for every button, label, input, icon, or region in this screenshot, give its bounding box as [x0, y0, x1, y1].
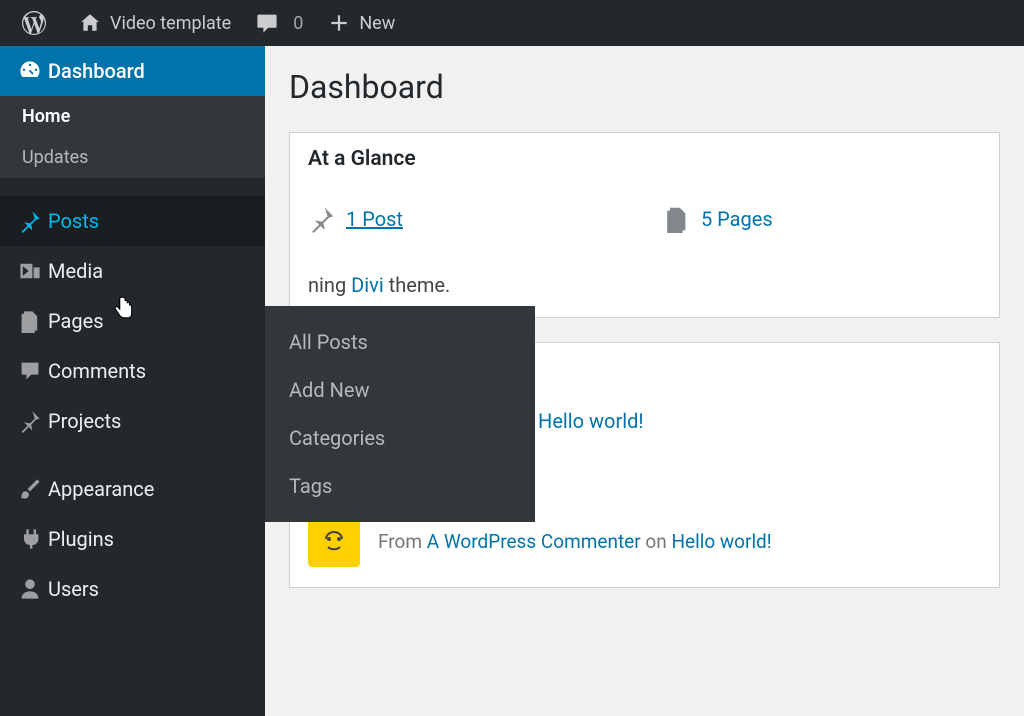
post-title-link[interactable]: Hello world!	[538, 409, 643, 433]
flyout-add-new[interactable]: Add New	[265, 366, 535, 414]
sidebar-item-dashboard[interactable]: Dashboard	[0, 46, 265, 96]
site-name-link[interactable]: Video template	[66, 0, 243, 46]
glance-pages: 5 Pages	[663, 205, 773, 233]
sidebar-label: Appearance	[48, 477, 154, 501]
pin-icon	[308, 205, 336, 233]
user-icon	[18, 577, 48, 601]
sidebar-item-projects[interactable]: Projects	[0, 396, 265, 446]
comment-post-link[interactable]: Hello world!	[671, 530, 771, 553]
dashboard-submenu: Home Updates	[0, 96, 265, 178]
comments-icon	[18, 359, 48, 383]
sidebar-item-media[interactable]: Media	[0, 246, 265, 296]
sidebar-label: Users	[48, 577, 99, 601]
sidebar-label: Plugins	[48, 527, 114, 551]
posts-flyout-menu: All Posts Add New Categories Tags	[265, 306, 535, 522]
posts-count-link[interactable]: 1 Post	[346, 207, 403, 231]
comment-text: From A WordPress Commenter on Hello worl…	[378, 530, 772, 553]
dashboard-icon	[18, 59, 48, 83]
media-icon	[18, 259, 48, 283]
glance-posts: 1 Post	[308, 205, 403, 233]
sidebar-label: Comments	[48, 359, 146, 383]
at-a-glance-box: At a Glance 1 Post 5 Pages ning Divi the	[289, 132, 1000, 318]
sidebar-item-plugins[interactable]: Plugins	[0, 514, 265, 564]
sidebar-item-posts[interactable]: Posts	[0, 196, 265, 246]
sidebar-item-pages[interactable]: Pages	[0, 296, 265, 346]
sidebar-item-appearance[interactable]: Appearance	[0, 464, 265, 514]
comment-count: 0	[293, 13, 303, 34]
wordpress-icon	[22, 11, 46, 35]
flyout-categories[interactable]: Categories	[265, 414, 535, 462]
glance-heading: At a Glance	[290, 133, 999, 185]
admin-sidebar: Dashboard Home Updates Posts Media Pages…	[0, 46, 265, 716]
sidebar-sub-home[interactable]: Home	[0, 96, 265, 137]
pages-icon	[663, 205, 691, 233]
sidebar-label: Pages	[48, 309, 104, 333]
brush-icon	[18, 477, 48, 501]
home-icon	[78, 11, 102, 35]
sidebar-item-comments[interactable]: Comments	[0, 346, 265, 396]
sidebar-label: Dashboard	[48, 59, 145, 83]
plug-icon	[18, 527, 48, 551]
sidebar-label: Projects	[48, 409, 121, 433]
sidebar-item-users[interactable]: Users	[0, 564, 265, 614]
admin-toolbar: Video template 0 New	[0, 0, 1024, 46]
pin-icon	[18, 409, 48, 433]
flyout-tags[interactable]: Tags	[265, 462, 535, 510]
commenter-avatar	[308, 515, 360, 567]
site-name: Video template	[110, 13, 231, 34]
wp-logo[interactable]	[10, 0, 66, 46]
new-content-link[interactable]: New	[315, 0, 407, 46]
pages-icon	[18, 309, 48, 333]
comments-link[interactable]: 0	[243, 0, 315, 46]
theme-link[interactable]: Divi	[351, 273, 384, 297]
pages-count-link[interactable]: 5 Pages	[701, 207, 773, 231]
flyout-all-posts[interactable]: All Posts	[265, 318, 535, 366]
sidebar-label: Posts	[48, 209, 99, 233]
pin-icon	[18, 209, 48, 233]
theme-info: ning Divi theme.	[308, 243, 981, 297]
sidebar-label: Media	[48, 259, 103, 283]
new-label: New	[359, 13, 395, 34]
plus-icon	[327, 11, 351, 35]
comment-icon	[255, 11, 279, 35]
sidebar-sub-updates[interactable]: Updates	[0, 137, 265, 178]
page-title: Dashboard	[289, 68, 1000, 106]
commenter-link[interactable]: A WordPress Commenter	[427, 530, 641, 553]
